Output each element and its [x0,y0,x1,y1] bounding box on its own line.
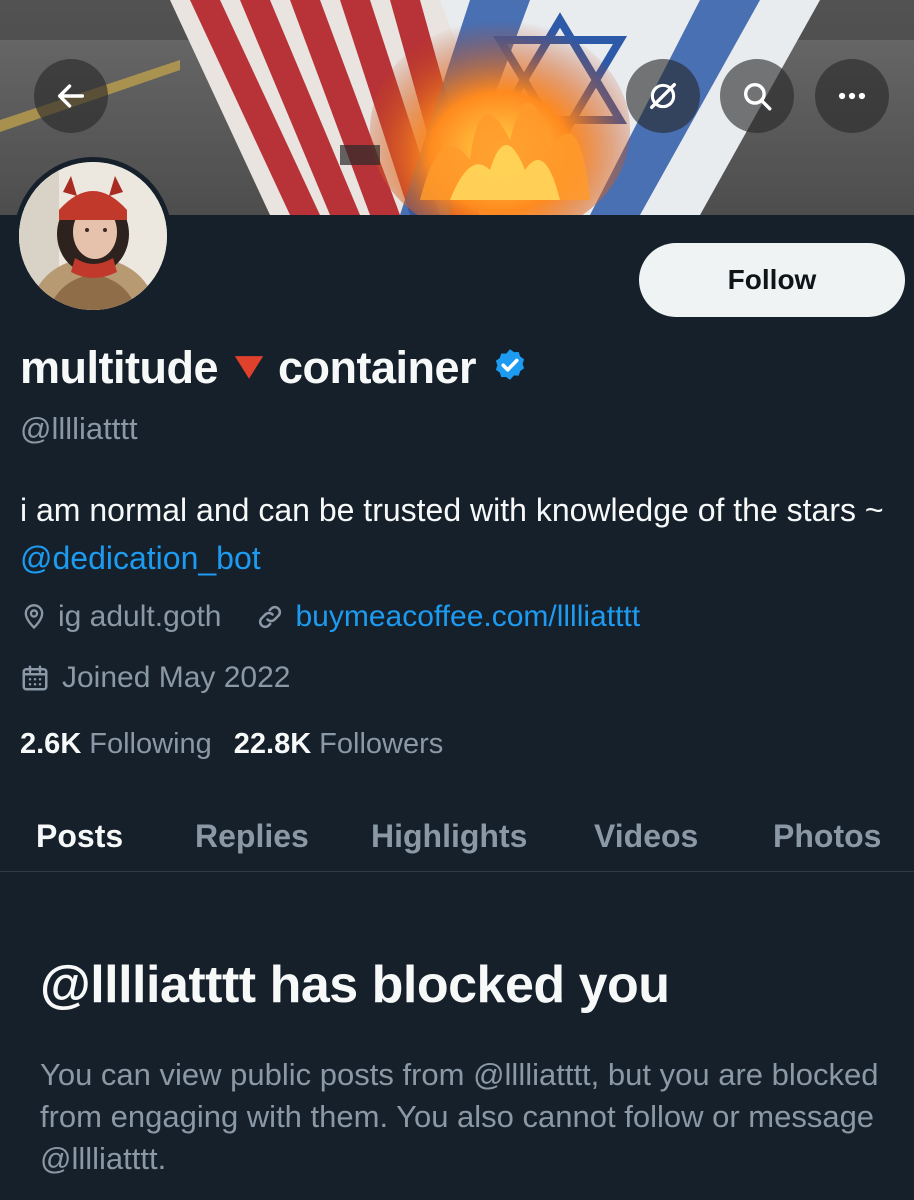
link-icon [259,605,282,629]
more-horizontal-icon [838,92,866,100]
followers-count: 22.8K [233,728,312,760]
display-name: multitude container [20,342,528,394]
location: ig adult.goth [20,600,221,634]
arrow-left-icon [57,84,85,108]
avatar[interactable] [14,157,172,315]
grok-icon [649,82,677,110]
website[interactable]: buymeacoffee.com/lllliatttt [255,600,640,634]
tab-videos[interactable]: Videos [594,818,698,855]
following-label: Following [89,728,212,760]
back-button[interactable] [34,59,108,133]
search-button[interactable] [720,59,794,133]
calendar-icon [22,665,48,691]
more-button[interactable] [815,59,889,133]
followers-stat[interactable]: 22.8K Followers [234,728,443,761]
verified-badge-icon[interactable] [492,342,528,394]
joined-date: Joined May 2022 [20,661,291,695]
location-text: ig adult.goth [58,600,222,633]
bio-mention-link[interactable]: @dedication_bot [20,540,261,576]
grok-button[interactable] [626,59,700,133]
following-stat[interactable]: 2.6K Following [20,728,212,761]
joined-text: Joined May 2022 [62,661,291,694]
profile-tabs: Posts Replies Highlights Videos Photos [0,800,914,872]
display-name-part1: multitude [20,342,218,393]
website-link[interactable]: buymeacoffee.com/lllliatttt [295,600,640,634]
red-triangle-icon [232,342,266,394]
following-count: 2.6K [20,728,82,760]
tab-replies[interactable]: Replies [195,818,309,855]
profile-meta: ig adult.goth buymeacoffee.com/lllliattt… [20,600,640,634]
display-name-part2: container [277,342,477,393]
tab-posts[interactable]: Posts [36,818,123,855]
blocked-message: You can view public posts from @lllliatt… [40,1057,879,1176]
blocked-title: @lllliatttt has blocked you [40,956,670,1014]
tab-photos[interactable]: Photos [773,818,881,855]
tab-highlights[interactable]: Highlights [371,818,527,855]
avatar-image [19,162,167,310]
location-pin-icon [24,604,44,630]
followers-label: Followers [319,728,444,760]
profile-bio: i am normal and can be trusted with know… [20,486,900,582]
bio-text: i am normal and can be trusted with know… [20,492,884,528]
follow-button[interactable]: Follow [639,243,905,317]
search-icon [743,82,772,111]
follow-stats: 2.6K Following 22.8K Followers [20,728,443,761]
profile-handle: @lllliatttt [20,411,138,446]
